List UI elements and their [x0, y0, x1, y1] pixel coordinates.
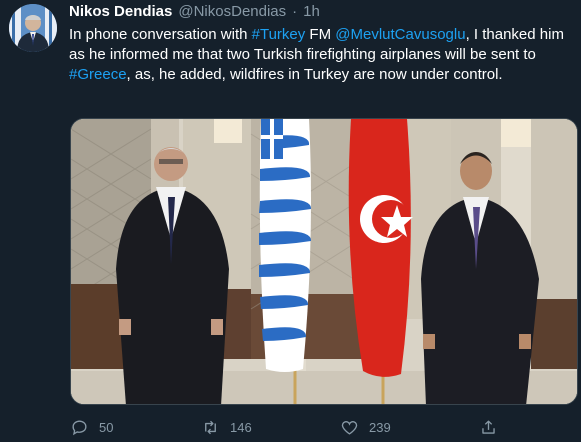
text-segment: In phone conversation with	[69, 26, 252, 43]
retweet-icon	[205, 420, 216, 435]
tweet-actions: 50 146 239	[70, 418, 578, 440]
reply-button[interactable]: 50	[70, 418, 113, 437]
text-segment: , as, he added, wildfires in Turkey are …	[126, 66, 503, 83]
hashtag-link[interactable]: #Turkey	[252, 26, 306, 43]
tweet-text: In phone conversation with #Turkey FM @M…	[69, 25, 569, 85]
like-button[interactable]: 239	[340, 418, 391, 437]
tweet[interactable]: Nikos Dendias @NikosDendias · 1h In phon…	[0, 0, 581, 442]
author-name[interactable]: Nikos Dendias	[69, 3, 172, 20]
tweet-photo[interactable]	[70, 118, 578, 405]
separator-dot: ·	[292, 3, 298, 20]
retweet-count: 146	[230, 420, 252, 435]
tweet-header: Nikos Dendias @NikosDendias · 1h	[69, 3, 320, 23]
reply-count: 50	[99, 420, 114, 435]
author-handle[interactable]: @NikosDendias	[178, 3, 286, 20]
hashtag-link[interactable]: #Greece	[69, 66, 127, 83]
text-segment: FM	[305, 26, 336, 43]
timestamp[interactable]: 1h	[303, 3, 320, 20]
mention-link[interactable]: @MevlutCavusoglu	[335, 26, 465, 43]
retweet-button[interactable]: 146	[201, 418, 252, 437]
like-icon	[341, 421, 358, 435]
avatar[interactable]	[9, 4, 57, 52]
share-icon	[482, 420, 495, 434]
like-count: 239	[369, 420, 391, 435]
reply-icon	[72, 420, 87, 436]
share-button[interactable]	[479, 418, 498, 437]
